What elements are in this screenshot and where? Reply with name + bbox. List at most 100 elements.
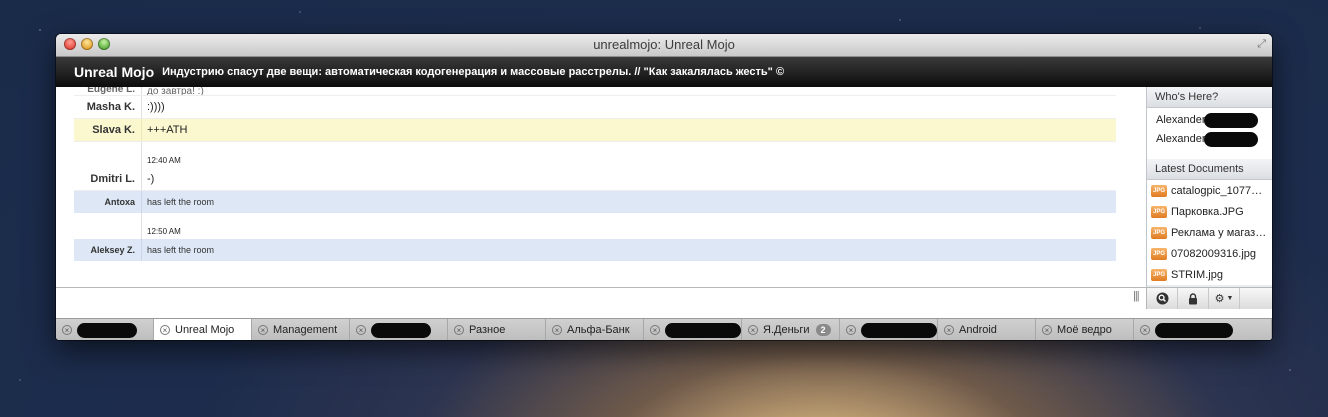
- message-list: Eugene L. до завтра! :) Masha K. :)))) S…: [74, 87, 1116, 261]
- document-item[interactable]: JPG Реклама у магаз…: [1147, 222, 1272, 243]
- search-icon: [1156, 292, 1168, 305]
- close-tab-icon[interactable]: ×: [748, 325, 758, 335]
- window-title: unrealmojo: Unreal Mojo: [593, 37, 735, 52]
- room-sidebar: Who's Here? Alexander Alexander Latest D…: [1146, 87, 1272, 287]
- chat-transcript[interactable]: Eugene L. до завтра! :) Masha K. :)))) S…: [56, 87, 1146, 287]
- message-author: Masha K.: [74, 96, 142, 118]
- document-name: Парковка.JPG: [1171, 205, 1244, 218]
- redaction-mark: [861, 322, 937, 338]
- document-name: Реклама у магаз…: [1171, 226, 1267, 239]
- room-tab[interactable]: ×: [350, 319, 448, 340]
- room-tab-android[interactable]: × Android: [938, 319, 1036, 340]
- close-tab-icon[interactable]: ×: [552, 325, 562, 335]
- timestamp: 12:40 AM: [147, 156, 181, 165]
- jpg-file-icon: JPG: [1151, 247, 1167, 260]
- message-row-highlighted: Slava K. +++ATH: [74, 119, 1116, 142]
- room-topic: Индустрию спасут две вещи: автоматическа…: [162, 66, 785, 78]
- system-message-author: Antoxa: [74, 191, 142, 213]
- participant-name: Alexander: [1156, 133, 1206, 145]
- window-controls: [64, 38, 110, 50]
- search-button[interactable]: [1147, 288, 1178, 309]
- jpg-file-icon: JPG: [1151, 226, 1167, 239]
- sidebar-toolbar: ⚙ ▼: [1146, 288, 1272, 309]
- room-tab[interactable]: ×: [1134, 319, 1272, 340]
- topic-bar: Unreal Mojo Индустрию спасут две вещи: а…: [56, 57, 1272, 87]
- splitter-grip-icon[interactable]: |||: [1133, 290, 1140, 302]
- gear-icon: ⚙: [1214, 293, 1225, 305]
- system-message-author: Aleksey Z.: [74, 239, 142, 261]
- document-name: catalogpic_1077…: [1171, 184, 1263, 197]
- message-row: Masha K. :)))): [74, 96, 1116, 119]
- main-content: Eugene L. до завтра! :) Masha K. :)))) S…: [56, 87, 1272, 287]
- jpg-file-icon: JPG: [1151, 268, 1167, 281]
- close-tab-icon[interactable]: ×: [650, 325, 660, 335]
- tab-label: Android: [959, 324, 997, 336]
- zoom-window-button[interactable]: [98, 38, 110, 50]
- close-tab-icon[interactable]: ×: [1042, 325, 1052, 335]
- room-tab[interactable]: ×: [840, 319, 938, 340]
- document-item[interactable]: JPG 07082009316.jpg: [1147, 243, 1272, 264]
- participant-item[interactable]: Alexander: [1147, 111, 1272, 130]
- who-here-list: Alexander Alexander: [1147, 108, 1272, 159]
- timestamp: 12:50 AM: [147, 227, 181, 236]
- room-tab[interactable]: ×: [644, 319, 742, 340]
- timestamp-row: 12:40 AM: [74, 142, 1116, 168]
- close-tab-icon[interactable]: ×: [258, 325, 268, 335]
- jpg-file-icon: JPG: [1151, 184, 1167, 197]
- room-tab[interactable]: ×: [56, 319, 154, 340]
- message-author: Eugene L.: [74, 87, 142, 95]
- participant-item[interactable]: Alexander: [1147, 130, 1272, 149]
- redaction-mark: [1203, 132, 1258, 147]
- room-tab-yandex-money[interactable]: × Я.Деньги 2: [742, 319, 840, 340]
- system-message-text: has left the room: [147, 245, 215, 255]
- room-tab-alfa-bank[interactable]: × Альфа-Банк: [546, 319, 644, 340]
- input-row: ||| ⚙ ▼: [56, 287, 1272, 310]
- message-input[interactable]: [56, 288, 1128, 309]
- message-text: :)))): [147, 101, 165, 113]
- who-here-header: Who's Here?: [1147, 87, 1272, 108]
- close-tab-icon[interactable]: ×: [62, 325, 72, 335]
- close-tab-icon[interactable]: ×: [454, 325, 464, 335]
- document-name: STRIM.jpg: [1171, 268, 1223, 281]
- unread-count-badge: 2: [815, 324, 831, 336]
- chevron-down-icon: ▼: [1226, 295, 1234, 302]
- redaction-mark: [371, 322, 431, 338]
- settings-menu-button[interactable]: ⚙ ▼: [1209, 288, 1240, 309]
- redaction-mark: [665, 322, 741, 338]
- title-bar[interactable]: unrealmojo: Unreal Mojo ⤢: [56, 34, 1272, 57]
- chat-window: unrealmojo: Unreal Mojo ⤢ Unreal Mojo Ин…: [56, 34, 1272, 340]
- message-row: Eugene L. до завтра! :): [74, 87, 1116, 96]
- room-tab-moe-vedro[interactable]: × Моё ведро: [1036, 319, 1134, 340]
- participant-name: Alexander: [1156, 114, 1206, 126]
- close-tab-icon[interactable]: ×: [944, 325, 954, 335]
- tab-label: Unreal Mojo: [175, 323, 235, 336]
- room-tab-management[interactable]: × Management: [252, 319, 350, 340]
- close-tab-icon[interactable]: ×: [846, 325, 856, 335]
- tab-label: Моё ведро: [1057, 324, 1112, 336]
- close-window-button[interactable]: [64, 38, 76, 50]
- tab-label: Я.Деньги: [763, 324, 810, 336]
- document-item[interactable]: JPG STRIM.jpg: [1147, 264, 1272, 285]
- document-item[interactable]: JPG catalogpic_1077…: [1147, 180, 1272, 201]
- message-row: Dmitri L. -): [74, 168, 1116, 191]
- lock-room-button[interactable]: [1178, 288, 1209, 309]
- message-author: Dmitri L.: [74, 168, 142, 190]
- redaction-mark: [1155, 322, 1233, 338]
- close-tab-icon[interactable]: ×: [1140, 325, 1150, 335]
- latest-documents-header: Latest Documents: [1147, 159, 1272, 180]
- minimize-window-button[interactable]: [81, 38, 93, 50]
- system-message-row: Aleksey Z. has left the room: [74, 239, 1116, 261]
- message-text: -): [147, 173, 155, 185]
- document-item[interactable]: JPG Парковка.JPG: [1147, 201, 1272, 222]
- room-name: Unreal Mojo: [74, 64, 155, 80]
- room-tab-unreal-mojo[interactable]: × Unreal Mojo: [154, 319, 252, 340]
- jpg-file-icon: JPG: [1151, 205, 1167, 218]
- timestamp-row: 12:50 AM: [74, 213, 1116, 239]
- close-tab-icon[interactable]: ×: [356, 325, 366, 335]
- fullscreen-icon[interactable]: ⤢: [1257, 38, 1266, 50]
- message-text: +++ATH: [147, 124, 188, 136]
- latest-documents-list: JPG catalogpic_1077… JPG Парковка.JPG JP…: [1147, 180, 1272, 285]
- room-tab-raznoe[interactable]: × Разное: [448, 319, 546, 340]
- close-tab-icon[interactable]: ×: [160, 324, 170, 335]
- tab-label: Альфа-Банк: [567, 324, 630, 336]
